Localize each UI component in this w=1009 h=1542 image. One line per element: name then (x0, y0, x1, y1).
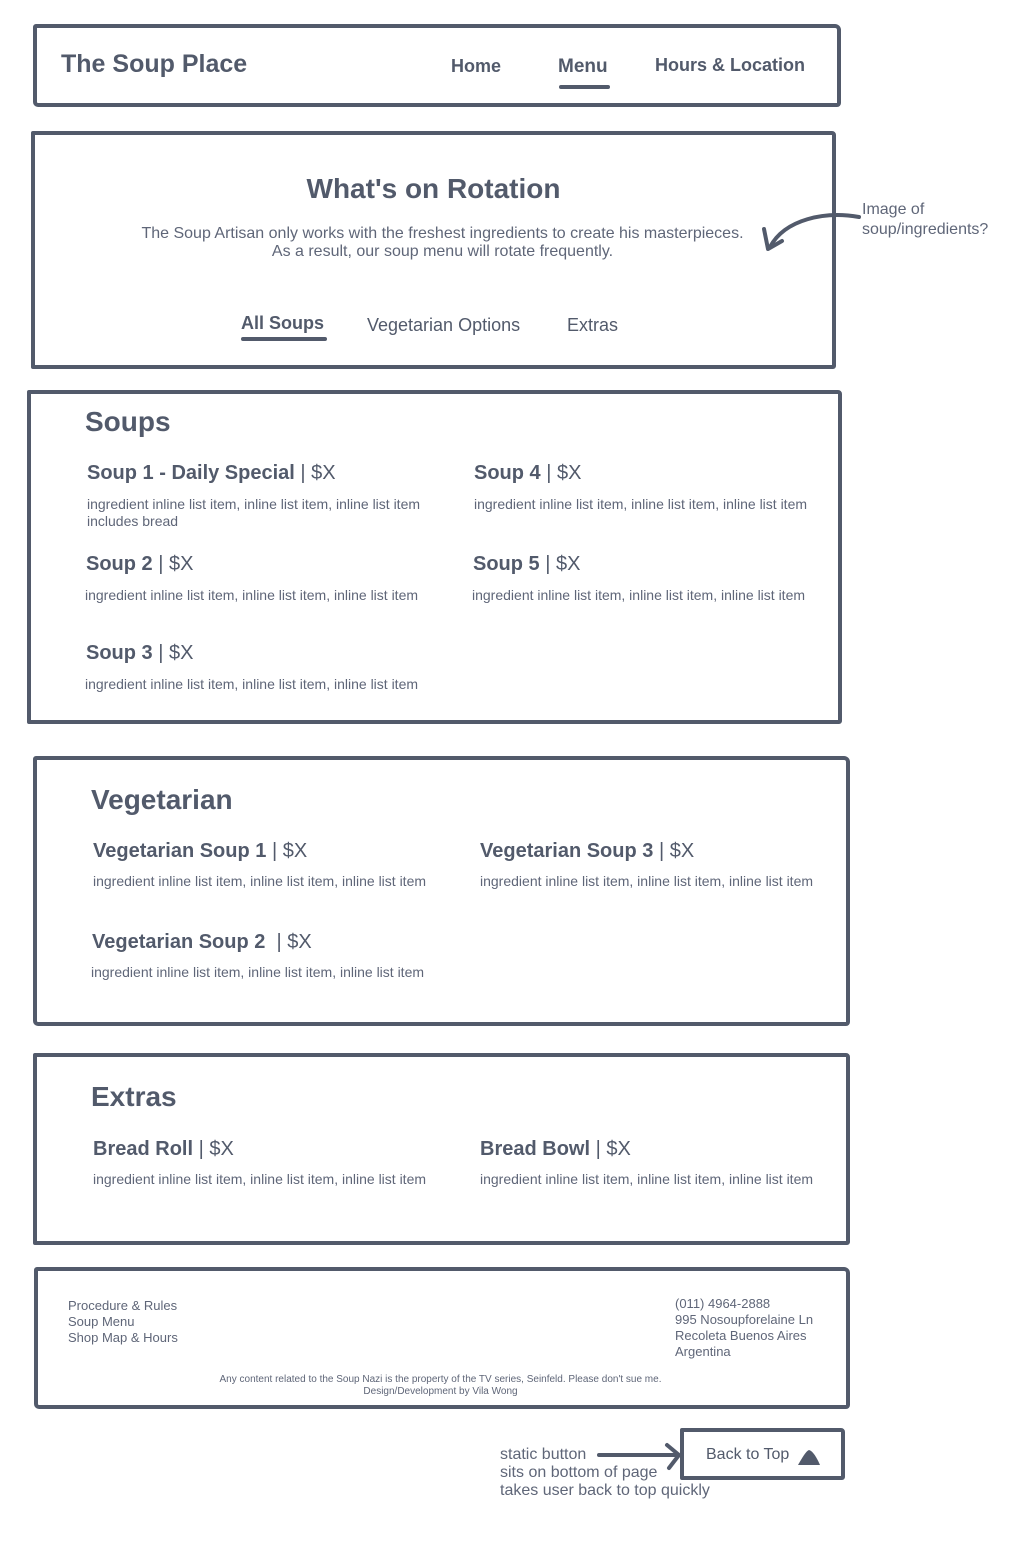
section-title: Vegetarian (91, 784, 233, 815)
footer-credit: Design/Development by Vila Wong (363, 1386, 518, 1397)
tab-active-underline (241, 337, 327, 341)
menu-item-name: Vegetarian Soup 2 | $X (92, 931, 312, 953)
menu-item-name: Bread Roll | $X (93, 1138, 234, 1160)
site-footer: Procedure & Rules Soup Menu Shop Map & H… (34, 1267, 850, 1409)
hero-title: What's on Rotation (306, 173, 561, 204)
tab-extras[interactable]: Extras (567, 315, 618, 336)
footer-phone: (011) 4964-2888 (675, 1296, 771, 1311)
menu-item-name: Soup 3 | $X (86, 642, 194, 664)
menu-item-name: Soup 5 | $X (473, 553, 581, 575)
nav-menu[interactable]: Menu (558, 56, 608, 78)
soups-section: Soups Soup 1 - Daily Special | $X ingred… (27, 390, 842, 724)
annotation-arrow-icon (597, 1443, 681, 1470)
menu-item-description: ingredient inline list item, inline list… (91, 964, 425, 980)
menu-item-description: ingredient inline list item, inline list… (480, 873, 814, 889)
extras-section: Extras Bread Roll | $X ingredient inline… (33, 1053, 850, 1245)
footer-address-line: Argentina (675, 1344, 731, 1359)
menu-item-description: ingredient inline list item, inline list… (87, 496, 421, 529)
footer-link-soup-menu[interactable]: Soup Menu (68, 1314, 135, 1329)
menu-item-name: Soup 2 | $X (86, 553, 194, 575)
footer-link-procedure[interactable]: Procedure & Rules (68, 1298, 177, 1313)
section-title: Extras (91, 1081, 177, 1112)
section-title: Soups (85, 406, 171, 437)
hero-description-line: The Soup Artisan only works with the fre… (141, 225, 744, 242)
menu-item-name: Vegetarian Soup 3 | $X (480, 840, 695, 862)
menu-item-description: ingredient inline list item, inline list… (93, 1171, 427, 1187)
footer-disclaimer: Any content related to the Soup Nazi is … (219, 1374, 662, 1385)
footer-address-line: 995 Nosoupforelaine Ln (675, 1312, 814, 1327)
annotation-image-note: Image of soup/ingredients? (862, 200, 988, 240)
annotation-line: takes user back to top quickly (500, 1482, 710, 1499)
hero-description-line: As a result, our soup menu will rotate f… (271, 243, 614, 260)
nav-home[interactable]: Home (451, 56, 501, 77)
site-header: The Soup Place Home Menu Hours & Locatio… (33, 24, 841, 107)
menu-item-description: ingredient inline list item, inline list… (85, 676, 419, 692)
hero-section: What's on Rotation The Soup Artisan only… (31, 131, 836, 369)
back-to-top-label: Back to Top (706, 1446, 790, 1463)
site-brand[interactable]: The Soup Place (61, 50, 247, 79)
vegetarian-section: Vegetarian Vegetarian Soup 1 | $X ingred… (33, 756, 850, 1026)
footer-link-map-hours[interactable]: Shop Map & Hours (68, 1330, 178, 1345)
footer-address-line: Recoleta Buenos Aires (675, 1328, 807, 1343)
menu-item-description: ingredient inline list item, inline list… (93, 873, 427, 889)
menu-item-description: ingredient inline list item, inline list… (474, 496, 808, 512)
nav-active-underline (559, 85, 610, 89)
menu-item-name: Soup 4 | $X (474, 462, 582, 484)
menu-item-description: ingredient inline list item, inline list… (85, 587, 419, 603)
back-to-top-button[interactable]: Back to Top (680, 1428, 845, 1480)
nav-hours-location[interactable]: Hours & Location (655, 55, 805, 76)
menu-item-name: Bread Bowl | $X (480, 1138, 631, 1160)
up-arrow-icon (798, 1450, 820, 1465)
menu-item-description: ingredient inline list item, inline list… (472, 587, 806, 603)
annotation-line: Image of (862, 201, 925, 218)
tab-all-soups[interactable]: All Soups (241, 313, 324, 334)
menu-item-name: Vegetarian Soup 1 | $X (93, 840, 308, 862)
menu-item-name: Soup 1 - Daily Special | $X (87, 462, 336, 484)
annotation-line: soup/ingredients? (862, 221, 989, 238)
menu-item-description: ingredient inline list item, inline list… (480, 1171, 814, 1187)
annotation-arrow-icon (762, 213, 861, 251)
tab-vegetarian-options[interactable]: Vegetarian Options (367, 315, 520, 336)
